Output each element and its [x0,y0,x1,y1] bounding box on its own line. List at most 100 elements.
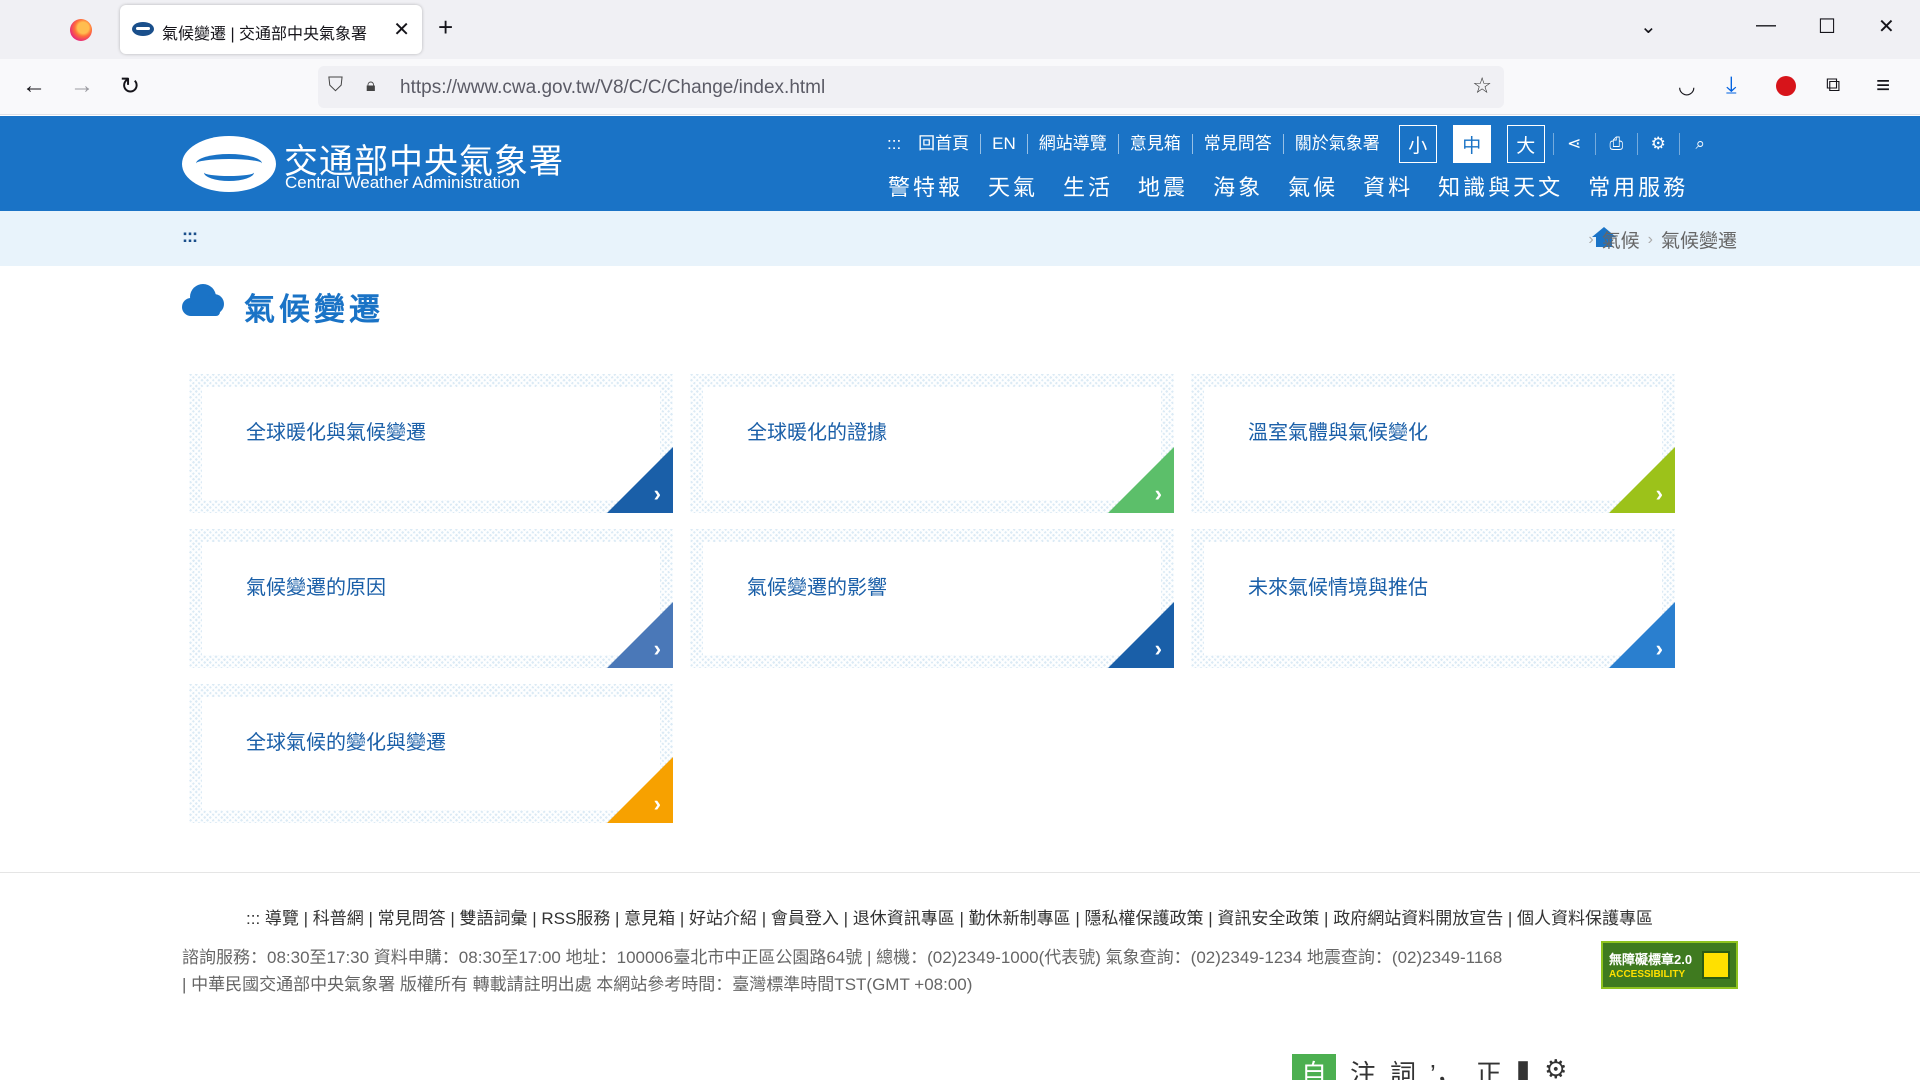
card-label[interactable]: 全球暖化與氣候變遷 [246,416,426,445]
nav-item-marine[interactable]: 海象 [1213,170,1263,202]
close-window-icon[interactable]: ✕ [1878,14,1895,39]
breadcrumb-bar: ::: › 氣候 › 氣候變遷 [0,211,1920,266]
url-text[interactable]: https://www.cwa.gov.tw/V8/C/C/Change/ind… [400,77,825,99]
back-arrow-icon[interactable]: ← [22,72,46,100]
card-global-climate-variation[interactable]: 全球氣候的變化與變遷 › [189,684,673,823]
card-label[interactable]: 氣候變遷的影響 [747,571,887,600]
card-future-scenarios[interactable]: 未來氣候情境與推估 › [1191,529,1675,668]
chevron-right-icon: › [653,791,661,816]
utility-link-feedback[interactable]: 意見箱 [1119,134,1193,154]
main-navigation: 警特報 天氣 生活 地震 海象 氣候 資料 知識與天文 常用服務 [888,170,1713,202]
footer-links[interactable]: ::: 導覽 | 科普網 | 常見問答 | 雙語詞彙 | RSS服務 | 意見箱… [246,904,1653,929]
card-global-warming[interactable]: 全球暖化與氣候變遷 › [189,374,673,513]
accessibility-badge[interactable]: 無障礙標章2.0 ACCESSIBILITY [1601,941,1738,989]
card-climate-change-impacts[interactable]: 氣候變遷的影響 › [690,529,1174,668]
tab-close-icon[interactable]: ✕ [393,17,410,42]
firefox-icon[interactable] [70,19,92,41]
card-label[interactable]: 氣候變遷的原因 [246,571,386,600]
utility-accesskey[interactable]: ::: [876,134,907,154]
utility-link-sitemap[interactable]: 網站導覽 [1028,134,1119,154]
tracking-shield-icon[interactable]: ⛉ [328,74,343,97]
chevron-right-icon: › [653,636,661,661]
share-icon[interactable]: ⋖ [1552,133,1595,155]
search-icon[interactable]: ⌕ [1678,133,1721,155]
url-bar[interactable]: ⛉ 🔒︎ https://www.cwa.gov.tw/V8/C/C/Chang… [318,66,1504,108]
site-header: 交通部中央氣象署 Central Weather Administration … [0,116,1920,211]
lock-icon[interactable]: 🔒︎ [366,75,376,96]
ime-toolbar: 自 注 詞 ’， 正 ▮ ⚙ [1292,1054,1581,1080]
cloud-icon [182,284,224,316]
chevron-right-icon: › [1154,481,1162,506]
settings-gear-icon[interactable]: ⚙ [1636,133,1679,155]
ime-mode-icon[interactable]: 自 [1292,1054,1336,1080]
breadcrumb-item-climate[interactable]: 氣候 [1602,226,1640,253]
utility-link-about[interactable]: 關於氣象署 [1284,134,1391,154]
accessibility-badge-title: 無障礙標章2.0 [1609,952,1693,967]
nav-item-data[interactable]: 資料 [1363,170,1413,202]
utility-link-en[interactable]: EN [981,134,1028,154]
ime-punctuation-icon[interactable]: ’， [1430,1054,1462,1080]
browser-navigation-bar: ← → ↻ ⛉ 🔒︎ https://www.cwa.gov.tw/V8/C/C… [0,59,1920,115]
new-tab-button[interactable]: + [438,12,453,43]
card-label[interactable]: 溫室氣體與氣候變化 [1248,416,1428,445]
accessibility-badge-subtitle: ACCESSIBILITY [1609,969,1686,980]
card-climate-change-causes[interactable]: 氣候變遷的原因 › [189,529,673,668]
card-label[interactable]: 全球暖化的證據 [747,416,887,445]
card-greenhouse-gases[interactable]: 溫室氣體與氣候變化 › [1191,374,1675,513]
footer-info: 諮詢服務：08:30至17:30 資料申購：08:30至17:00 地址：100… [182,944,1582,998]
breadcrumb-separator-icon: › [1588,230,1594,248]
nav-item-earthquake[interactable]: 地震 [1138,170,1188,202]
nav-item-knowledge[interactable]: 知識與天文 [1438,170,1563,202]
page-title: 氣候變遷 [244,292,384,327]
logo-english-name[interactable]: Central Weather Administration [285,173,520,193]
utility-bar: ::: 回首頁 EN 網站導覽 意見箱 常見問答 關於氣象署 小 中 大 ⋖ ⎙… [876,124,1721,164]
font-size-small-button[interactable]: 小 [1398,125,1437,163]
footer-copyright-line: | 中華民國交通部中央氣象署 版權所有 轉載請註明出處 本網站參考時間：臺灣標準… [182,975,973,994]
tab-title: 氣候變遷 | 交通部中央氣象署 [162,26,368,43]
accessibility-grid-icon [1702,951,1730,979]
site-favicon-icon [132,22,154,36]
forward-arrow-icon[interactable]: → [70,72,94,100]
footer-contact-line: 諮詢服務：08:30至17:30 資料申購：08:30至17:00 地址：100… [182,948,1503,967]
tab-list-chevron-icon[interactable]: ⌄ [1640,14,1657,39]
chevron-right-icon: › [1655,481,1663,506]
menu-icon[interactable]: ≡ [1876,72,1890,100]
chevron-right-icon: › [1154,636,1162,661]
pocket-icon[interactable]: ◡ [1678,74,1695,99]
content-accesskey[interactable]: ::: [182,226,198,247]
font-size-large-button[interactable]: 大 [1506,125,1545,163]
ime-settings-gear-icon[interactable]: ⚙ [1544,1054,1567,1080]
reload-icon[interactable]: ↻ [120,72,140,101]
ime-word-icon[interactable]: 詞 [1390,1054,1416,1080]
nav-item-climate[interactable]: 氣候 [1288,170,1338,202]
maximize-icon[interactable]: ☐ [1818,14,1836,39]
card-warming-evidence[interactable]: 全球暖化的證據 › [690,374,1174,513]
breadcrumb-item-current: 氣候變遷 [1660,231,1737,252]
font-size-medium-button[interactable]: 中 [1452,125,1491,163]
bookmark-star-icon[interactable]: ☆ [1472,73,1492,99]
utility-link-faq[interactable]: 常見問答 [1193,134,1284,154]
nav-item-services[interactable]: 常用服務 [1588,170,1688,202]
footer-divider [0,872,1920,873]
extensions-puzzle-icon[interactable]: ⧉ [1826,74,1840,97]
extension-red-icon[interactable] [1776,76,1796,96]
nav-item-life[interactable]: 生活 [1063,170,1113,202]
ime-phonetic-icon[interactable]: 注 [1350,1054,1376,1080]
browser-tab-bar: 氣候變遷 | 交通部中央氣象署 ✕ + ⌄ — ☐ ✕ [0,0,1920,59]
utility-link-home[interactable]: 回首頁 [907,134,982,154]
print-icon[interactable]: ⎙ [1594,133,1637,155]
nav-item-weather[interactable]: 天氣 [988,170,1038,202]
breadcrumb-separator-icon: › [1647,230,1653,248]
chevron-right-icon: › [653,481,661,506]
ime-fullwidth-icon[interactable]: ▮ [1516,1054,1530,1080]
minimize-icon[interactable]: — [1756,14,1776,37]
nav-item-warnings[interactable]: 警特報 [888,170,963,202]
card-label[interactable]: 未來氣候情境與推估 [1248,571,1428,600]
cwa-logo-icon[interactable] [182,136,276,192]
breadcrumb: › 氣候 › 氣候變遷 [1580,226,1737,253]
ime-traditional-icon[interactable]: 正 [1476,1054,1502,1080]
chevron-right-icon: › [1655,636,1663,661]
browser-tab-active[interactable]: 氣候變遷 | 交通部中央氣象署 ✕ [120,5,422,54]
download-icon[interactable]: ⤓ [1726,72,1737,100]
card-label[interactable]: 全球氣候的變化與變遷 [246,726,446,755]
